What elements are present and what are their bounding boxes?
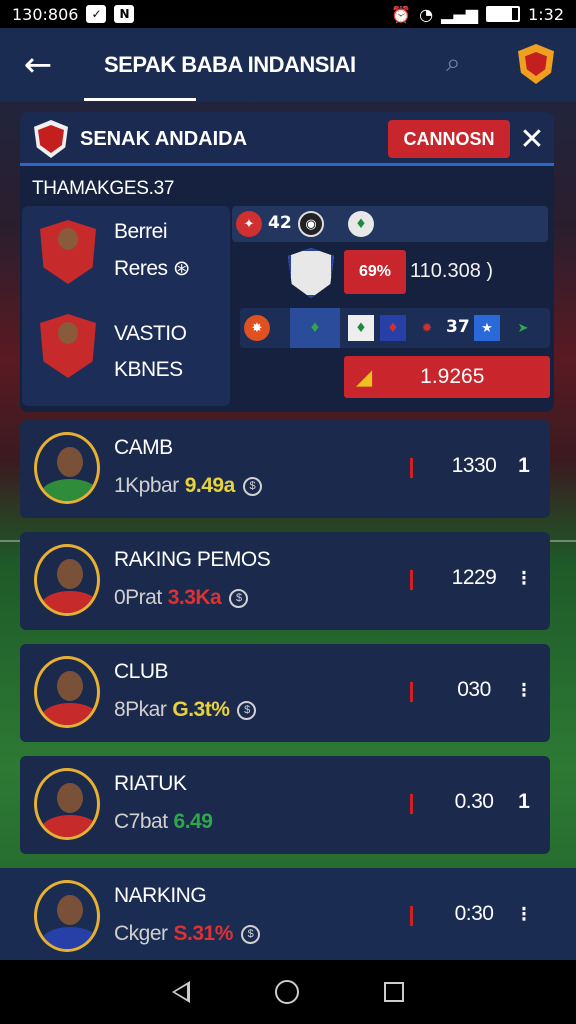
card-subtitle: 1Kpbar 9.49a $: [114, 474, 262, 498]
card-subtitle: 8Pkar G.3t% $: [114, 698, 257, 722]
info-icon[interactable]: $: [240, 924, 260, 944]
card-menu-icon[interactable]: ⁝: [514, 678, 534, 703]
badges-row: ✸ ♦ ♦ ♦ ✹ 37 ★ ➤: [240, 308, 550, 348]
status-bar: 130:806 ✓ N ⏰ ◔ ▂▄▆ 1:32: [0, 0, 576, 28]
ranking-card[interactable]: NARKING Ckger S.31% $0:30 ⁝: [0, 868, 576, 960]
card-menu-icon[interactable]: ⁝: [514, 902, 534, 927]
lineup-box[interactable]: Berrei Reres ⊛ VASTIO KBNES: [22, 206, 230, 406]
card-value: 1330: [451, 454, 497, 477]
card-subtitle: C7bat 6.49: [114, 810, 213, 833]
ranking-card[interactable]: RIATUK C7bat 6.49 0.30 1: [20, 756, 550, 854]
clock: 1:32: [528, 4, 564, 24]
player-name: Reres ⊛: [114, 257, 191, 280]
panel-title: SENAK ANDAIDA: [80, 128, 248, 150]
info-icon[interactable]: $: [242, 476, 262, 496]
player-avatar: [34, 656, 100, 728]
player-avatar: [34, 880, 100, 952]
card-percent: 6.49: [173, 810, 213, 833]
card-subtitle: Ckger S.31% $: [114, 922, 260, 946]
card-title: RIATUK: [114, 772, 187, 795]
player-avatar: [34, 432, 100, 504]
tab-indicator: [84, 98, 196, 101]
card-title: CLUB: [114, 660, 169, 683]
trend-marker: [410, 570, 413, 590]
card-title: CAMB: [114, 436, 173, 459]
panel-subtitle: THAMAKGES.37: [32, 178, 175, 199]
shield-icon: ♦: [290, 308, 340, 348]
total-value: 1.9265: [420, 365, 485, 388]
player-avatar: [34, 768, 100, 840]
trend-marker: [410, 794, 413, 814]
trend-marker: [410, 682, 413, 702]
star-icon: ★: [474, 315, 500, 341]
nav-recents-icon[interactable]: [383, 982, 404, 1002]
odds-value: 110.308 ): [410, 260, 494, 282]
fire-icon: ✦: [236, 211, 262, 237]
ticket-icon: ◢: [356, 365, 373, 389]
player-name: KBNES: [114, 358, 183, 381]
ranking-card[interactable]: CLUB 8Pkar G.3t% $030 ⁝: [20, 644, 550, 742]
team-crest-icon: [288, 248, 334, 298]
star-icon: ✹: [421, 320, 433, 336]
arrow-icon: ➤: [517, 320, 529, 336]
badge-icon: ✸: [244, 315, 270, 341]
card-value: 0.30: [454, 790, 494, 813]
nav-back-icon[interactable]: [172, 981, 191, 1003]
android-nav-bar: [0, 960, 576, 1024]
card-menu-icon[interactable]: 1: [514, 454, 534, 478]
search-icon[interactable]: ⌕: [446, 48, 478, 80]
shield-icon: ♦: [380, 315, 406, 341]
total-value-box[interactable]: ◢ 1.9265: [344, 356, 550, 398]
player-name: Berrei: [114, 220, 168, 243]
app-title: SEPAK BABA INDANSIAI: [104, 52, 356, 77]
ball-icon: ⊛: [172, 257, 191, 280]
battery-icon: [486, 6, 521, 22]
odds-percent[interactable]: 69%: [344, 250, 406, 294]
card-percent: 3.3Ka: [167, 586, 222, 609]
card-percent: S.31%: [173, 922, 234, 945]
status-left-text: 130:806: [12, 4, 79, 24]
info-icon[interactable]: $: [229, 588, 249, 608]
stats-row: ✦ 42 ◉ ♦: [232, 206, 548, 242]
card-value: 0:30: [454, 902, 494, 925]
player-name: VASTIO: [114, 322, 187, 345]
alarm-icon: ⏰: [391, 4, 412, 24]
info-icon[interactable]: $: [237, 700, 257, 720]
trend-marker: [410, 458, 413, 478]
panel-header: SENAK ANDAIDA CANNOSN ✕: [20, 112, 554, 166]
notification-icon: N: [114, 5, 135, 23]
player-portrait-icon: [40, 220, 96, 284]
card-subtitle: 0Prat 3.3Ka $: [114, 586, 249, 610]
badge-count: 37: [446, 317, 470, 337]
card-title: RAKING PEMOS: [114, 548, 271, 571]
ball-icon: ◉: [298, 211, 324, 237]
team-crest-icon: [34, 120, 68, 158]
close-icon[interactable]: ✕: [512, 120, 552, 158]
wifi-icon: ◔: [419, 4, 434, 24]
mail-icon: ✓: [86, 5, 107, 23]
ranking-card[interactable]: CAMB 1Kpbar 9.49a $1330 1: [20, 420, 550, 518]
ranking-card[interactable]: RAKING PEMOS 0Prat 3.3Ka $1229 ⁝: [20, 532, 550, 630]
shield-icon: ♦: [348, 211, 374, 237]
match-panel: SENAK ANDAIDA CANNOSN ✕ THAMAKGES.37 Ber…: [20, 112, 554, 412]
stats-count: 42: [268, 213, 292, 233]
shield-icon: ♦: [348, 315, 374, 341]
card-value: 1229: [451, 566, 497, 589]
card-percent: 9.49a: [184, 474, 236, 497]
player-portrait-icon: [40, 314, 96, 378]
card-percent: G.3t%: [172, 698, 230, 721]
player-avatar: [34, 544, 100, 616]
club-crest-icon[interactable]: [518, 44, 554, 84]
app-bar: ← SEPAK BABA INDANSIAI ⌕: [0, 28, 576, 102]
arrow-left-icon[interactable]: ←: [0, 28, 76, 102]
signal-icon: ▂▄▆: [441, 4, 479, 24]
card-title: NARKING: [114, 884, 207, 907]
card-menu-icon[interactable]: ⁝: [514, 566, 534, 591]
card-menu-icon[interactable]: 1: [514, 790, 534, 814]
panel-action-button[interactable]: CANNOSN: [388, 120, 510, 158]
card-value: 030: [457, 678, 491, 701]
trend-marker: [410, 906, 413, 926]
nav-home-icon[interactable]: [274, 980, 299, 1004]
